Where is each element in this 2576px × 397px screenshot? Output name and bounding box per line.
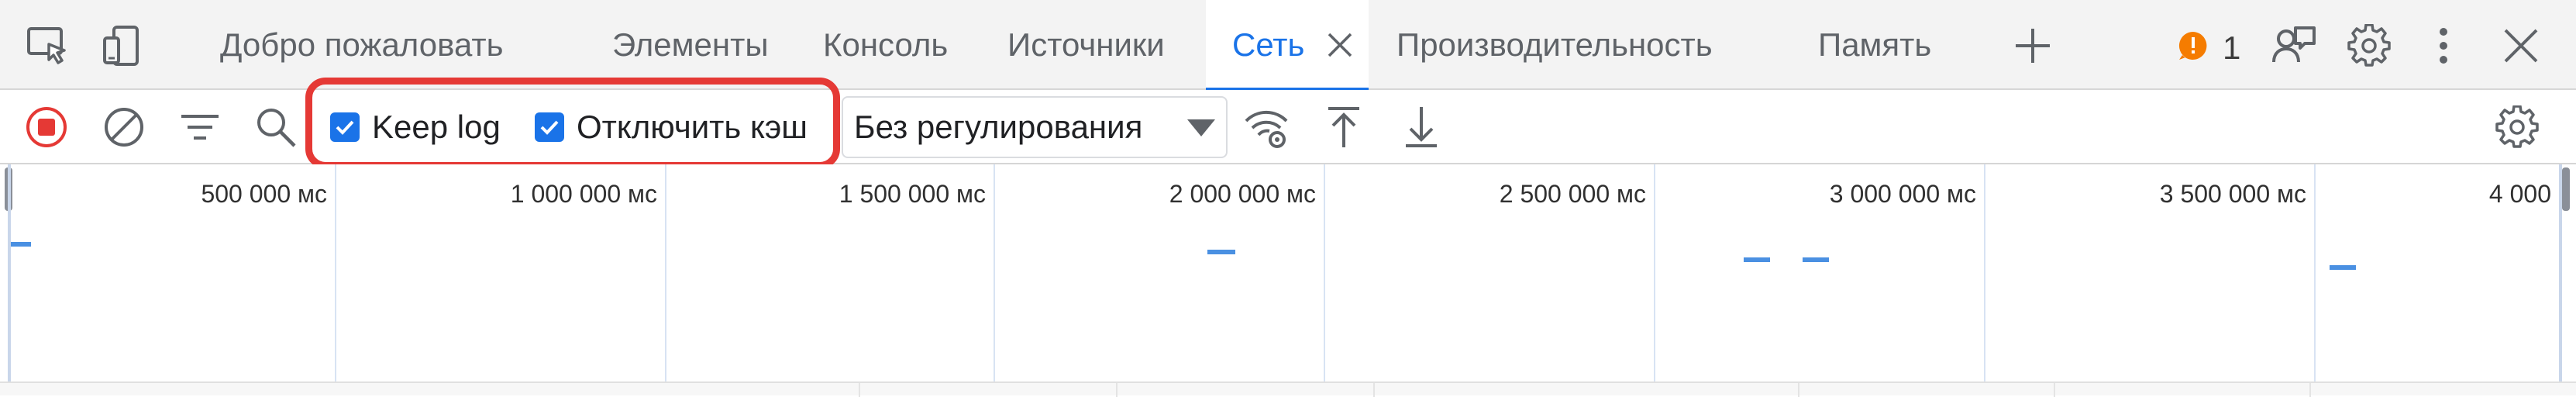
network-conditions-icon[interactable] [1243,104,1290,150]
filter-icon[interactable] [177,104,223,150]
overview-tick-label: 3 500 000 мс [2159,180,2306,208]
tab-console[interactable]: Консоль [823,0,948,90]
import-har-icon[interactable] [1321,104,1367,150]
request-bar [1744,257,1770,262]
request-grid-header [0,381,2576,397]
close-devtools-icon[interactable] [2499,23,2543,68]
issues-count[interactable]: 1 [2223,29,2240,67]
highlight-annotation [305,78,840,169]
settings-gear-icon[interactable] [2347,23,2392,68]
request-bar [1207,250,1235,254]
overview-tick-label: 500 000 мс [201,180,327,208]
overview-gridline [994,164,995,381]
tab-bar: Добро пожаловать Элементы Консоль Источн… [0,0,2576,91]
more-tabs-plus-icon[interactable] [2010,23,2055,68]
overview-gridline [2314,164,2316,381]
tab-label: Сеть [1232,26,1305,63]
overview-gridline [665,164,666,381]
grid-column-divider [2054,383,2055,397]
grid-column-divider [2309,383,2311,397]
throttling-value: Без регулирования [854,109,1143,145]
export-har-icon[interactable] [1398,104,1445,150]
tab-performance[interactable]: Производительность [1396,0,1713,90]
inspect-element-icon[interactable] [25,23,70,68]
device-toolbar-icon[interactable] [101,23,146,68]
network-overview-timeline[interactable]: 500 000 мс 1 000 000 мс 1 500 000 мс 2 0… [0,164,2576,381]
grid-column-divider [1798,383,1799,397]
request-bar [2330,265,2356,270]
tab-label: Консоль [823,26,949,63]
record-icon[interactable] [23,104,70,150]
overview-right-handle[interactable] [2562,167,2570,211]
overview-tick-label: 4 000 [2488,180,2551,208]
overview-gridline [1324,164,1325,381]
grid-column-divider [1116,383,1118,397]
more-options-icon[interactable] [2421,23,2466,68]
overview-tick-label: 1 000 000 мс [510,180,657,208]
overview-gridline [335,164,336,381]
issues-warning-icon[interactable] [2170,23,2216,68]
tab-label: Добро пожаловать [220,26,504,63]
grid-column-divider [1373,383,1375,397]
tab-memory[interactable]: Память [1818,0,1931,90]
overview-right-border [2559,164,2562,381]
throttling-select[interactable]: Без регулирования [842,96,1228,158]
tab-welcome[interactable]: Добро пожаловать [220,0,504,90]
tab-label: Источники [1007,26,1165,63]
close-tab-icon[interactable] [1324,29,1355,60]
grid-column-divider [859,383,860,397]
tab-label: Элементы [612,26,769,63]
tab-label: Память [1818,26,1932,63]
overview-gridline [1984,164,1985,381]
overview-tick-label: 2 000 000 мс [1169,180,1316,208]
search-icon[interactable] [253,104,299,150]
tab-sources[interactable]: Источники [1007,0,1165,90]
overview-tick-label: 3 000 000 мс [1829,180,1976,208]
request-bar [11,242,31,247]
clear-icon[interactable] [101,104,147,150]
overview-tick-label: 1 500 000 мс [839,180,986,208]
overview-gridline [1654,164,1655,381]
request-bar [1803,257,1829,262]
tab-label: Производительность [1396,26,1713,63]
network-settings-gear-icon[interactable] [2494,104,2540,150]
dropdown-arrow-icon [1187,119,1215,136]
overview-left-border [8,164,11,381]
feedback-icon[interactable] [2272,23,2317,68]
overview-tick-label: 2 500 000 мс [1499,180,1646,208]
tab-elements[interactable]: Элементы [612,0,769,90]
tab-network[interactable]: Сеть [1206,0,1369,91]
